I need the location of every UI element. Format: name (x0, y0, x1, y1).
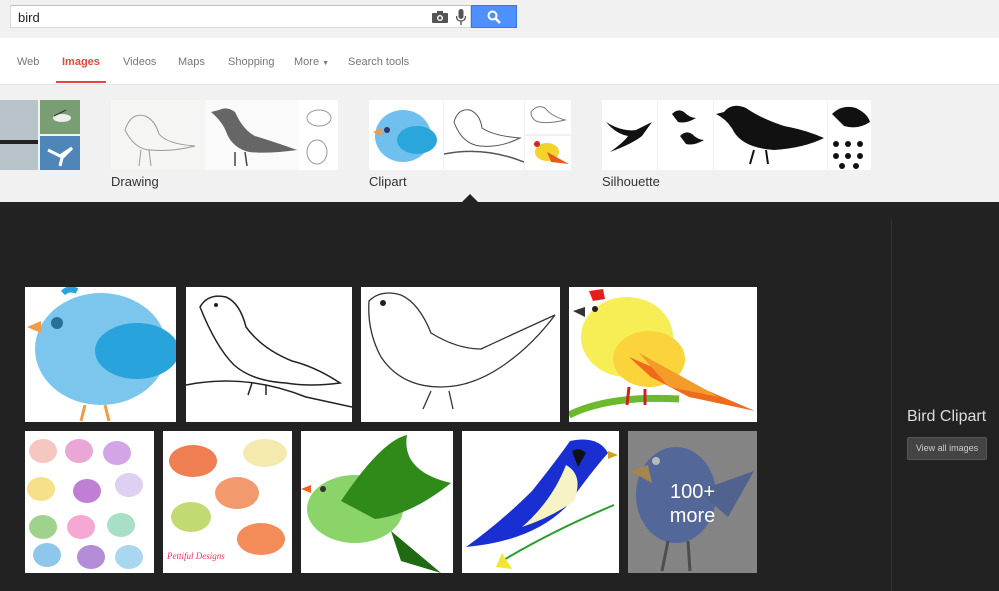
related-label-silhouette: Silhouette (602, 174, 660, 189)
related-thumb (525, 136, 571, 170)
related-thumb (444, 100, 524, 170)
tab-maps[interactable]: Maps (178, 56, 205, 68)
camera-icon[interactable] (432, 11, 448, 23)
related-thumb (299, 100, 338, 170)
related-thumb (525, 100, 571, 134)
view-all-images-button[interactable]: View all images (907, 437, 987, 460)
related-thumb (714, 100, 827, 170)
result-image[interactable] (569, 287, 757, 422)
panel-title: Bird Clipart (907, 408, 987, 425)
selection-pointer (462, 194, 478, 202)
tab-images[interactable]: Images (62, 56, 100, 68)
tab-more-label: More (294, 56, 320, 68)
related-thumb (40, 136, 80, 170)
expanded-panel: Pettiful Designs 100+ more Bird Clipart … (0, 202, 999, 591)
more-label: more (669, 505, 716, 527)
more-overlay: 100+ more (628, 431, 757, 573)
related-thumb (205, 100, 299, 170)
related-thumb (828, 100, 871, 170)
result-image[interactable] (186, 287, 352, 422)
chevron-down-icon: ▼ (322, 60, 330, 67)
svg-text:Pettiful Designs: Pettiful Designs (166, 551, 225, 561)
related-thumb (40, 100, 80, 134)
related-label-clipart: Clipart (369, 174, 407, 189)
tab-videos[interactable]: Videos (123, 56, 156, 68)
search-button[interactable] (471, 5, 517, 28)
related-label-drawing: Drawing (111, 174, 159, 189)
tab-more[interactable]: More ▼ (294, 56, 329, 68)
top-bar: bird (0, 0, 999, 38)
active-tab-indicator (56, 81, 106, 83)
search-icon (487, 10, 501, 24)
result-image[interactable] (25, 431, 154, 573)
related-thumb (369, 100, 443, 170)
related-thumb (111, 100, 205, 170)
related-thumb (0, 100, 38, 170)
related-searches: Drawing Clipart Silhouette (0, 85, 999, 202)
search-input[interactable]: bird (10, 5, 471, 28)
more-results-tile[interactable]: 100+ more (628, 431, 757, 573)
related-thumb (602, 100, 657, 170)
result-image[interactable] (301, 431, 453, 573)
tab-search-tools[interactable]: Search tools (348, 56, 409, 68)
search-query: bird (18, 10, 40, 25)
related-thumb (658, 100, 713, 170)
search-tabs: Web Images Videos Maps Shopping More ▼ S… (0, 38, 999, 85)
result-image[interactable] (462, 431, 619, 573)
result-image[interactable] (25, 287, 176, 422)
result-image[interactable]: Pettiful Designs (163, 431, 292, 573)
tab-web[interactable]: Web (17, 56, 39, 68)
microphone-icon[interactable] (456, 9, 466, 25)
panel-divider (891, 220, 892, 591)
result-image[interactable] (361, 287, 560, 422)
tab-shopping[interactable]: Shopping (228, 56, 275, 68)
more-count: 100+ (669, 481, 716, 503)
